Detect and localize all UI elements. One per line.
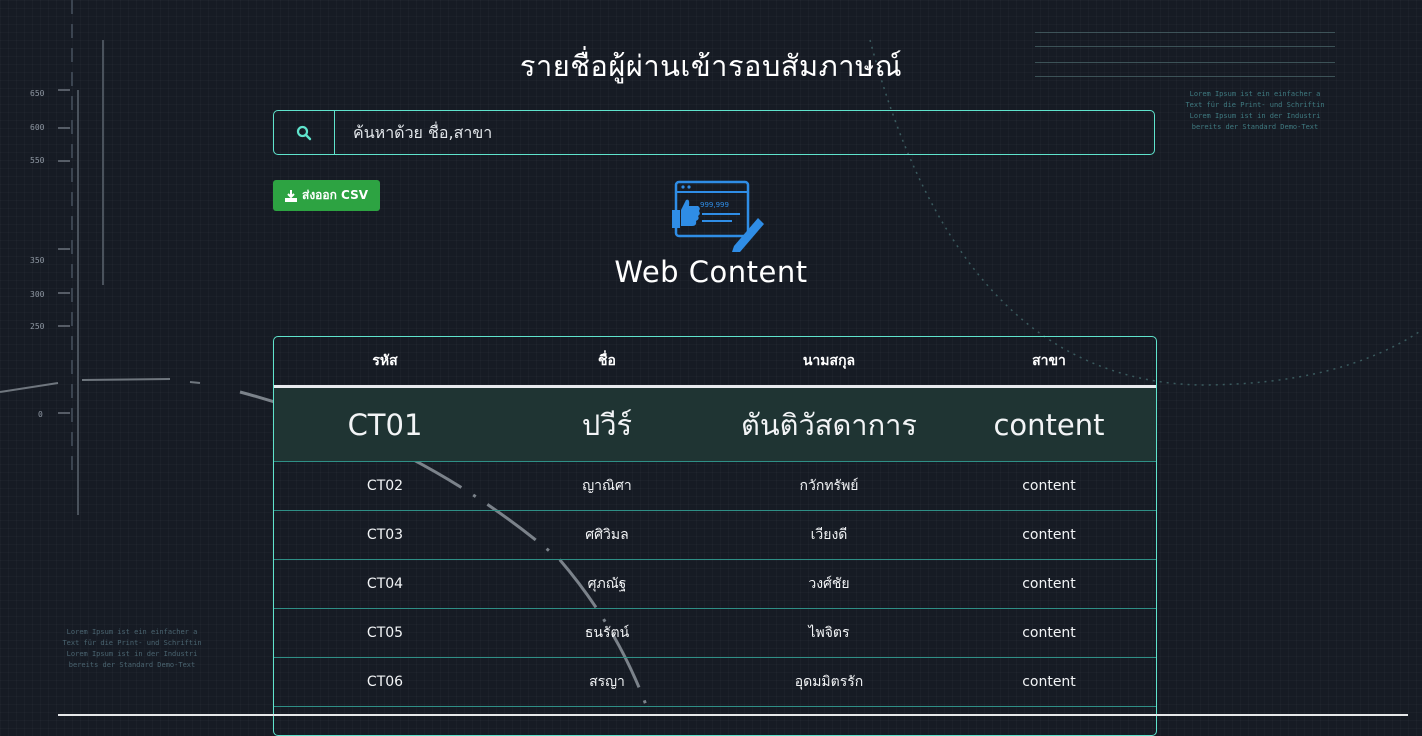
export-csv-label: ส่งออก CSV	[302, 186, 368, 205]
cell-branch: content	[940, 462, 1157, 511]
web-content-icon: 999,999	[672, 180, 766, 252]
table-row[interactable]: CT04 ศุภณัฐ วงศ์ชัย content	[274, 560, 1157, 609]
table-row[interactable]: CT02 ญาณิศา กวักทรัพย์ content	[274, 462, 1157, 511]
search-bar	[273, 110, 1155, 155]
cell-firstname: ปวีร์	[496, 387, 718, 462]
cell-firstname: สรญา	[496, 658, 718, 707]
cell-lastname: ไพจิตร	[718, 609, 940, 658]
cell-id: CT03	[274, 511, 496, 560]
column-header-id[interactable]: รหัส	[274, 337, 496, 387]
cell-branch: content	[940, 387, 1157, 462]
page-title: รายชื่อผู้ผ่านเข้ารอบสัมภาษณ์	[0, 43, 1422, 89]
cell-firstname: ธนรัตน์	[496, 609, 718, 658]
cell-branch	[940, 707, 1157, 736]
candidates-table: รหัส ชื่อ นามสกุล สาขา CT01 ปวีร์ ตันติว…	[273, 336, 1157, 736]
download-icon	[285, 190, 297, 202]
cell-lastname: เวียงดี	[718, 511, 940, 560]
cell-firstname: ศุภณัฐ	[496, 560, 718, 609]
cell-firstname: ญาณิศา	[496, 462, 718, 511]
cell-id: CT01	[274, 387, 496, 462]
cell-lastname: กวักทรัพย์	[718, 462, 940, 511]
cell-lastname	[718, 707, 940, 736]
cell-lastname: วงศ์ชัย	[718, 560, 940, 609]
cell-branch: content	[940, 609, 1157, 658]
cell-id: CT04	[274, 560, 496, 609]
table-row[interactable]: CT06 สรญา อุดมมิตรรัก content	[274, 658, 1157, 707]
table-row[interactable]: CT05 ธนรัตน์ ไพจิตร content	[274, 609, 1157, 658]
table-row[interactable]: CT03 ศศิวิมล เวียงดี content	[274, 511, 1157, 560]
export-csv-button[interactable]: ส่งออก CSV	[273, 180, 380, 211]
ruler-label: 0	[38, 410, 43, 419]
cell-id: CT02	[274, 462, 496, 511]
icon-text: 999,999	[700, 201, 729, 209]
cell-firstname: ศศิวิมล	[496, 511, 718, 560]
column-header-firstname[interactable]: ชื่อ	[496, 337, 718, 387]
table-header-row: รหัส ชื่อ นามสกุล สาขา	[274, 337, 1157, 387]
decor-note-right: Lorem Ipsum ist ein einfacher a Text für…	[1175, 89, 1335, 133]
ruler-label: 550	[30, 156, 44, 165]
ruler-label: 650	[30, 89, 44, 98]
cell-id	[274, 707, 496, 736]
cell-branch: content	[940, 658, 1157, 707]
cell-id: CT06	[274, 658, 496, 707]
cell-id: CT05	[274, 609, 496, 658]
cell-lastname: อุดมมิตรรัก	[718, 658, 940, 707]
column-header-branch[interactable]: สาขา	[940, 337, 1157, 387]
table-row[interactable]	[274, 707, 1157, 736]
ruler-label: 250	[30, 322, 44, 331]
cell-firstname	[496, 707, 718, 736]
ruler-label: 600	[30, 123, 44, 132]
ruler-label: 300	[30, 290, 44, 299]
table-row[interactable]: CT01 ปวีร์ ตันติวัสดาการ content	[274, 387, 1157, 462]
decor-note-left: Lorem Ipsum ist ein einfacher a Text für…	[52, 627, 212, 671]
search-input[interactable]	[335, 111, 1154, 154]
search-icon[interactable]	[274, 111, 335, 154]
cell-branch: content	[940, 511, 1157, 560]
department-title: Web Content	[0, 255, 1422, 289]
cell-lastname: ตันติวัสดาการ	[718, 387, 940, 462]
cell-branch: content	[940, 560, 1157, 609]
column-header-lastname[interactable]: นามสกุล	[718, 337, 940, 387]
